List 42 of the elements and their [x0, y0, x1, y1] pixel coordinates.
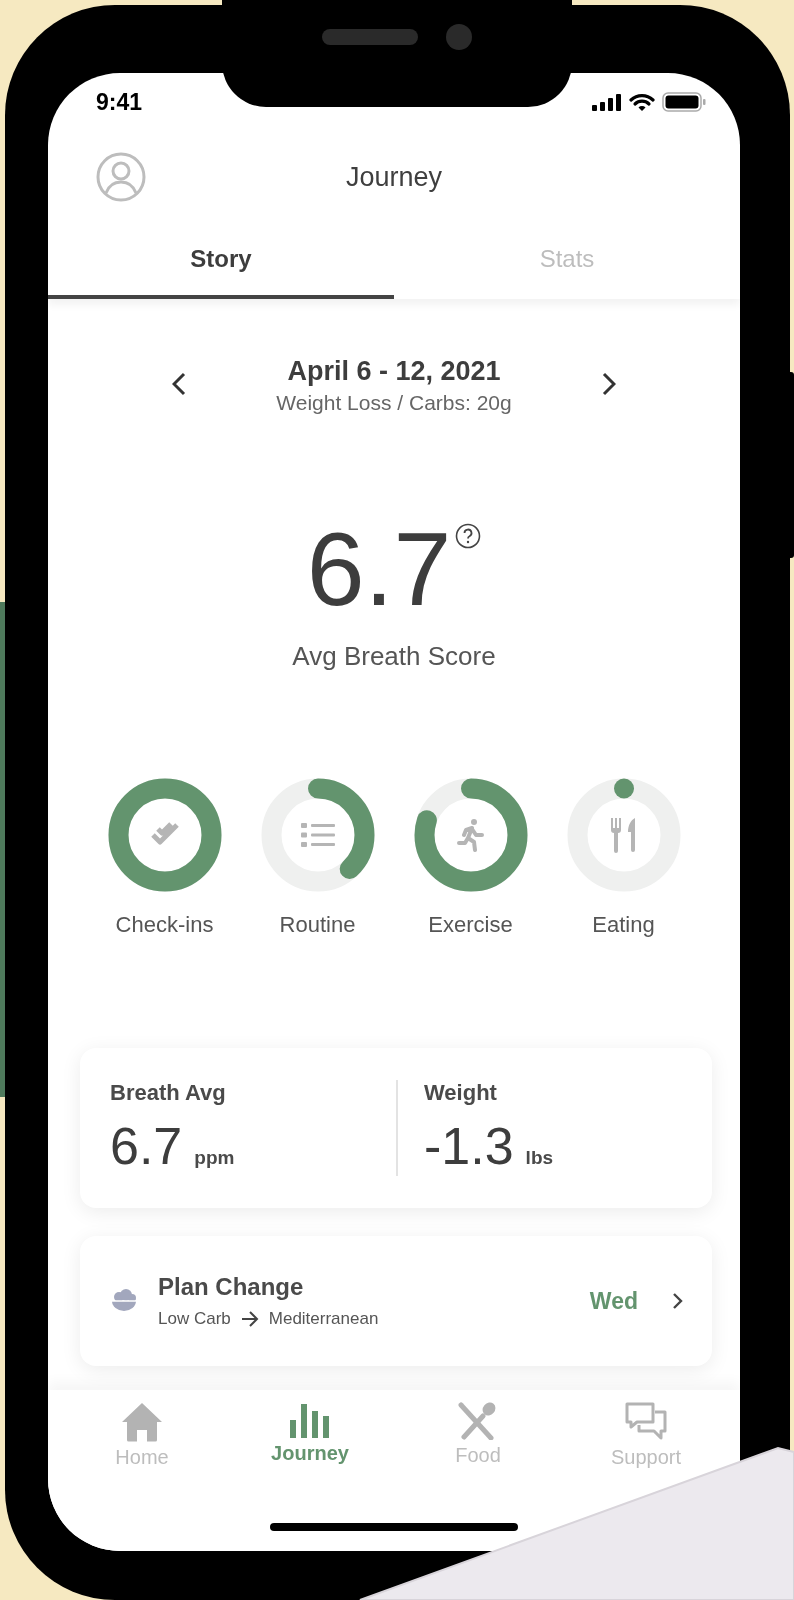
nav-tab[interactable]: Support: [562, 1402, 730, 1469]
stat-label: Breath Avg: [110, 1080, 227, 1106]
tab[interactable]: Stats: [394, 223, 740, 299]
stat-unit: lbs: [525, 1147, 554, 1169]
plan-change-title: Plan Change: [158, 1273, 305, 1301]
chat-bubbles-icon: [625, 1402, 667, 1442]
stat-value: 6.7: [110, 1116, 183, 1176]
signal-icon: [592, 93, 622, 111]
bar-chart-icon: [290, 1402, 330, 1438]
previous-plan: Low Carb: [158, 1309, 231, 1329]
nav-tab[interactable]: Home: [58, 1402, 226, 1469]
chevron-left-icon: [172, 372, 186, 396]
fork-spoon-icon: [458, 1402, 498, 1440]
tab[interactable]: Story: [48, 223, 394, 299]
nav-tab[interactable]: Food: [394, 1402, 562, 1469]
house-icon: [121, 1402, 163, 1442]
screen-title: Journey: [344, 161, 444, 193]
help-icon[interactable]: [455, 523, 482, 549]
stat-label: Weight: [424, 1080, 498, 1106]
salad-bowl-icon: [110, 1288, 138, 1314]
new-plan: Mediterranean: [268, 1309, 379, 1329]
battery-icon: [662, 92, 706, 112]
stat-unit: ppm: [194, 1147, 235, 1169]
ring-label: Routine: [279, 912, 356, 938]
wifi-icon: [629, 92, 655, 112]
score-label: Avg Breath Score: [292, 641, 496, 672]
nav-tab[interactable]: Journey: [226, 1402, 394, 1469]
plan-change-card[interactable]: Plan Change Low Carb Mediterranean Wed: [80, 1236, 712, 1366]
week-range: April 6 - 12, 2021: [287, 356, 501, 387]
stat-value: -1.3: [424, 1116, 514, 1176]
chevron-right-icon: [602, 372, 616, 396]
plan-subtitle: Weight Loss / Carbs: 20g: [276, 391, 512, 415]
status-time: 9:41: [96, 88, 143, 116]
ring-label: Check-ins: [115, 912, 214, 938]
runner-icon: [455, 818, 486, 852]
chevron-right-icon: [672, 1292, 684, 1310]
list-icon: [300, 821, 335, 849]
change-day: Wed: [589, 1287, 638, 1315]
arrow-right-icon: [240, 1311, 259, 1327]
breath-score-value: 6.7: [306, 517, 452, 621]
ring-label: Exercise: [428, 912, 513, 938]
ring-label: Eating: [592, 912, 655, 938]
